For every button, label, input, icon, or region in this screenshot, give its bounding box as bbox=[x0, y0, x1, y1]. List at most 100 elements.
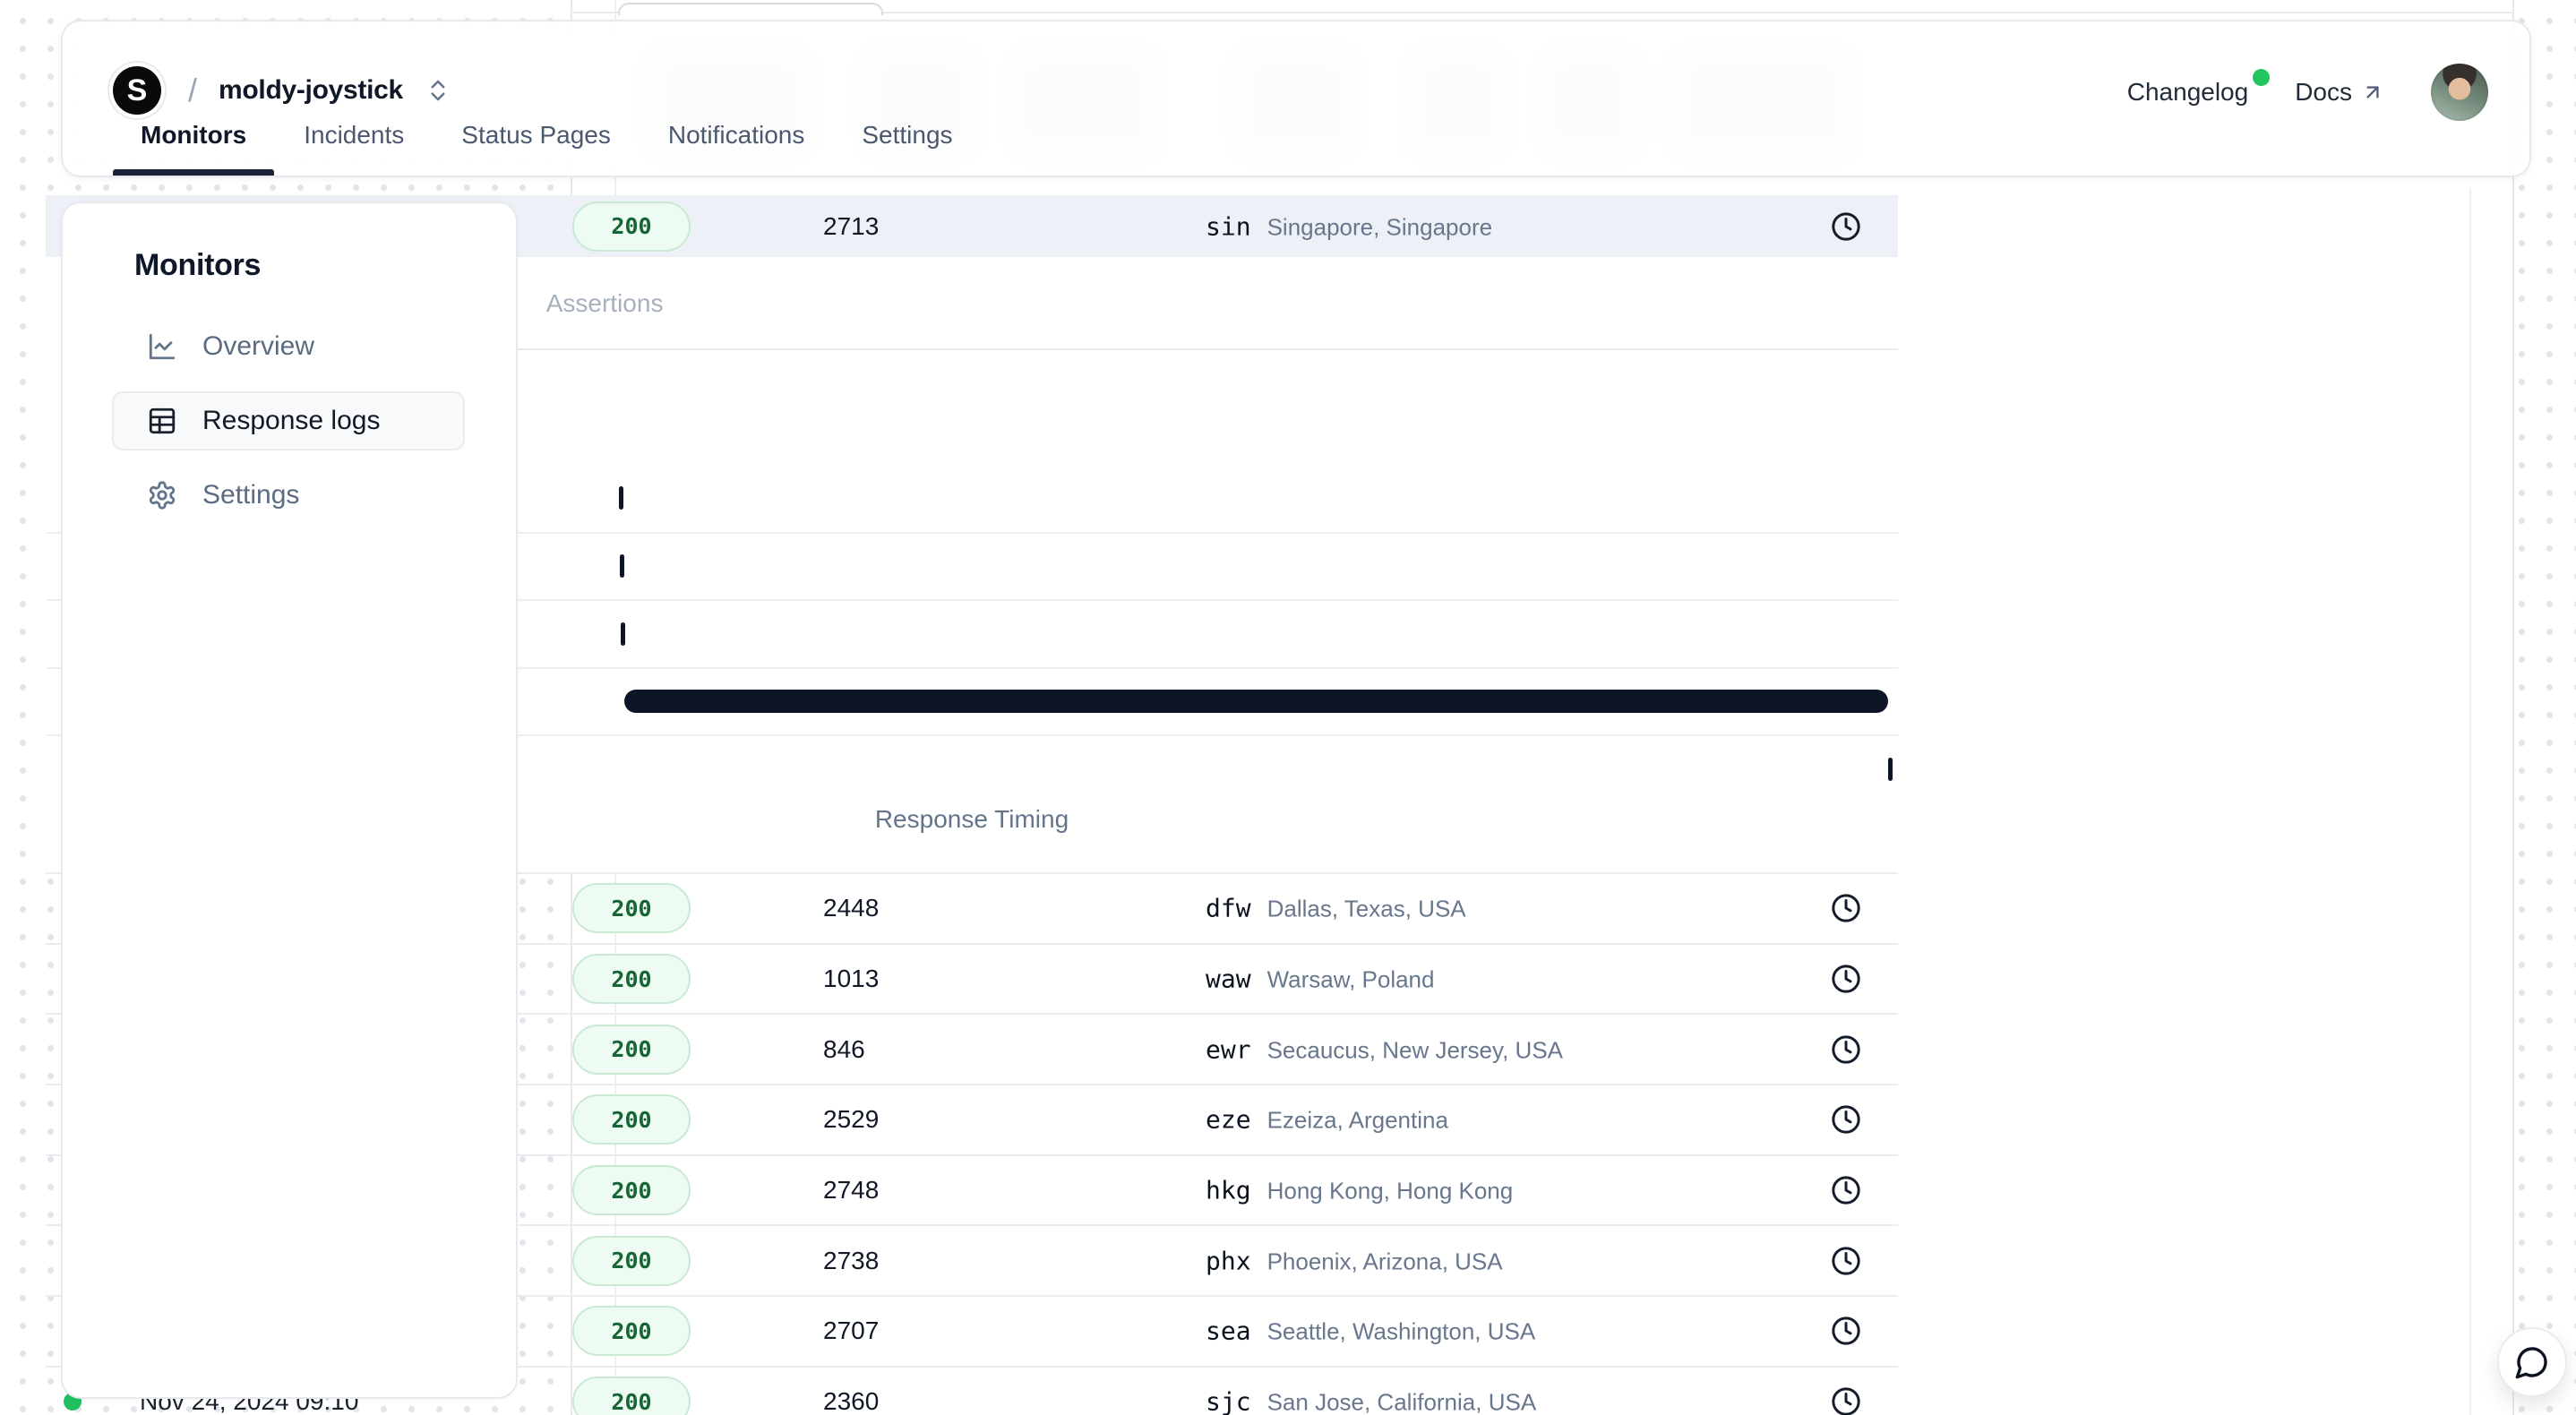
sheet-right-border bbox=[2512, 0, 2514, 1415]
region-location: Phoenix, Arizona, USA bbox=[1267, 1248, 1503, 1275]
region-location: Seattle, Washington, USA bbox=[1267, 1318, 1536, 1346]
region-code: dfw bbox=[1206, 894, 1251, 923]
chat-bubble-icon bbox=[2514, 1344, 2550, 1380]
clock-icon bbox=[1831, 1316, 1861, 1346]
region-code: phx bbox=[1206, 1246, 1251, 1275]
region-code: waw bbox=[1206, 965, 1251, 994]
chevrons-up-down-icon bbox=[425, 77, 451, 104]
workspace-name: moldy-joystick bbox=[219, 75, 403, 106]
timing-bar bbox=[621, 622, 625, 646]
row-latency: 846 bbox=[823, 1035, 865, 1064]
row-latency: 2738 bbox=[823, 1247, 879, 1275]
row-region: waw Warsaw, Poland bbox=[1206, 965, 1434, 994]
primary-nav-tab[interactable]: Monitors bbox=[141, 111, 246, 176]
clock-icon bbox=[1831, 1246, 1861, 1276]
region-code: sea bbox=[1206, 1316, 1251, 1346]
row-latency: 2748 bbox=[823, 1176, 879, 1205]
gear-icon bbox=[147, 480, 177, 510]
header-actions: Changelog Docs bbox=[2127, 59, 2488, 125]
status-badge: 200 bbox=[572, 883, 691, 933]
response-time-clock-button[interactable] bbox=[1826, 1171, 1866, 1210]
row-region: eze Ezeiza, Argentina bbox=[1206, 1105, 1448, 1135]
status-badge: 200 bbox=[572, 1236, 691, 1286]
timing-bar bbox=[624, 690, 1889, 713]
response-time-clock-button[interactable] bbox=[1826, 888, 1866, 928]
timing-track bbox=[619, 758, 1889, 781]
region-location: Ezeiza, Argentina bbox=[1267, 1107, 1448, 1135]
status-badge: 200 bbox=[572, 1306, 691, 1356]
row-region: sea Seattle, Washington, USA bbox=[1206, 1316, 1535, 1346]
timing-track bbox=[619, 554, 1889, 578]
timing-track bbox=[619, 690, 1889, 713]
row-region: ewr Secaucus, New Jersey, USA bbox=[1206, 1034, 1563, 1064]
region-location: Warsaw, Poland bbox=[1267, 966, 1435, 994]
row-region: sjc San Jose, California, USA bbox=[1206, 1387, 1536, 1415]
row-latency: 2707 bbox=[823, 1316, 879, 1345]
response-time-clock-button[interactable] bbox=[1826, 207, 1866, 246]
row-latency: 2529 bbox=[823, 1105, 879, 1134]
table-icon bbox=[147, 406, 177, 436]
timing-bar bbox=[619, 486, 623, 510]
status-badge: 200 bbox=[572, 202, 691, 252]
line-chart-icon bbox=[147, 331, 177, 362]
region-location: Dallas, Texas, USA bbox=[1267, 896, 1466, 923]
support-chat-button[interactable] bbox=[2497, 1327, 2567, 1397]
row-region: dfw Dallas, Texas, USA bbox=[1206, 894, 1466, 923]
region-location: Singapore, Singapore bbox=[1267, 213, 1493, 241]
response-time-clock-button[interactable] bbox=[1826, 959, 1866, 999]
docs-link[interactable]: Docs bbox=[2295, 78, 2384, 107]
clipped-popover-edge bbox=[618, 3, 883, 15]
sidebar-item[interactable]: Overview bbox=[112, 317, 465, 376]
primary-nav-tab[interactable]: Settings bbox=[862, 111, 952, 176]
region-location: Hong Kong, Hong Kong bbox=[1267, 1178, 1514, 1205]
primary-nav-tab[interactable]: Notifications bbox=[668, 111, 805, 176]
response-time-clock-button[interactable] bbox=[1826, 1100, 1866, 1139]
primary-nav-tab[interactable]: Status Pages bbox=[461, 111, 611, 176]
changelog-unread-dot bbox=[2253, 69, 2270, 86]
region-location: Secaucus, New Jersey, USA bbox=[1267, 1036, 1563, 1064]
nav-tab-label: Notifications bbox=[668, 121, 805, 150]
sidebar-item[interactable]: Response logs bbox=[112, 391, 465, 450]
row-latency: 2360 bbox=[823, 1387, 879, 1415]
line-chart-icon bbox=[147, 331, 177, 362]
table-icon bbox=[147, 406, 177, 436]
sidebar-item[interactable]: Settings bbox=[112, 466, 465, 525]
changelog-label: Changelog bbox=[2127, 78, 2248, 106]
clock-icon bbox=[1831, 211, 1861, 242]
response-time-clock-button[interactable] bbox=[1826, 1382, 1866, 1415]
status-badge: 200 bbox=[572, 1025, 691, 1075]
sidebar-nav: Overview Response logs Settings bbox=[112, 317, 465, 525]
docs-label: Docs bbox=[2295, 78, 2352, 107]
logo-icon: S bbox=[113, 66, 161, 115]
timing-bar bbox=[1888, 758, 1893, 781]
sidebar-item-label: Settings bbox=[202, 480, 299, 510]
detail-tab: Assertions bbox=[546, 257, 664, 350]
sidebar: Monitors Overview Response logs Settings bbox=[61, 202, 518, 1399]
row-region: phx Phoenix, Arizona, USA bbox=[1206, 1246, 1503, 1275]
sidebar-title: Monitors bbox=[134, 248, 261, 283]
response-time-clock-button[interactable] bbox=[1826, 1030, 1866, 1069]
response-time-clock-button[interactable] bbox=[1826, 1241, 1866, 1281]
primary-nav-tab[interactable]: Incidents bbox=[304, 111, 404, 176]
sidebar-item-label: Response logs bbox=[202, 406, 380, 436]
region-code: sjc bbox=[1206, 1387, 1251, 1415]
workspace-switcher-button[interactable] bbox=[425, 77, 451, 104]
row-latency: 2713 bbox=[823, 212, 879, 241]
nav-tab-label: Status Pages bbox=[461, 121, 611, 150]
response-time-clock-button[interactable] bbox=[1826, 1311, 1866, 1351]
table-right-border bbox=[2469, 188, 2471, 1415]
nav-tab-label: Settings bbox=[862, 121, 952, 150]
clock-icon bbox=[1831, 964, 1861, 994]
timing-track bbox=[619, 622, 1889, 646]
page: { "header": { "logo_letter": "S", "bread… bbox=[0, 0, 2576, 1415]
region-code: ewr bbox=[1206, 1034, 1251, 1064]
gear-icon bbox=[147, 480, 177, 510]
changelog-link[interactable]: Changelog bbox=[2127, 78, 2248, 107]
user-avatar[interactable] bbox=[2431, 64, 2488, 121]
primary-nav: Monitors Incidents Status Pages Notificatio… bbox=[141, 111, 953, 176]
clock-icon bbox=[1831, 1104, 1861, 1135]
status-badge: 200 bbox=[572, 1165, 691, 1215]
row-region: sin Singapore, Singapore bbox=[1206, 211, 1492, 241]
region-code: sin bbox=[1206, 211, 1251, 241]
row-region: hkg Hong Kong, Hong Kong bbox=[1206, 1176, 1513, 1205]
